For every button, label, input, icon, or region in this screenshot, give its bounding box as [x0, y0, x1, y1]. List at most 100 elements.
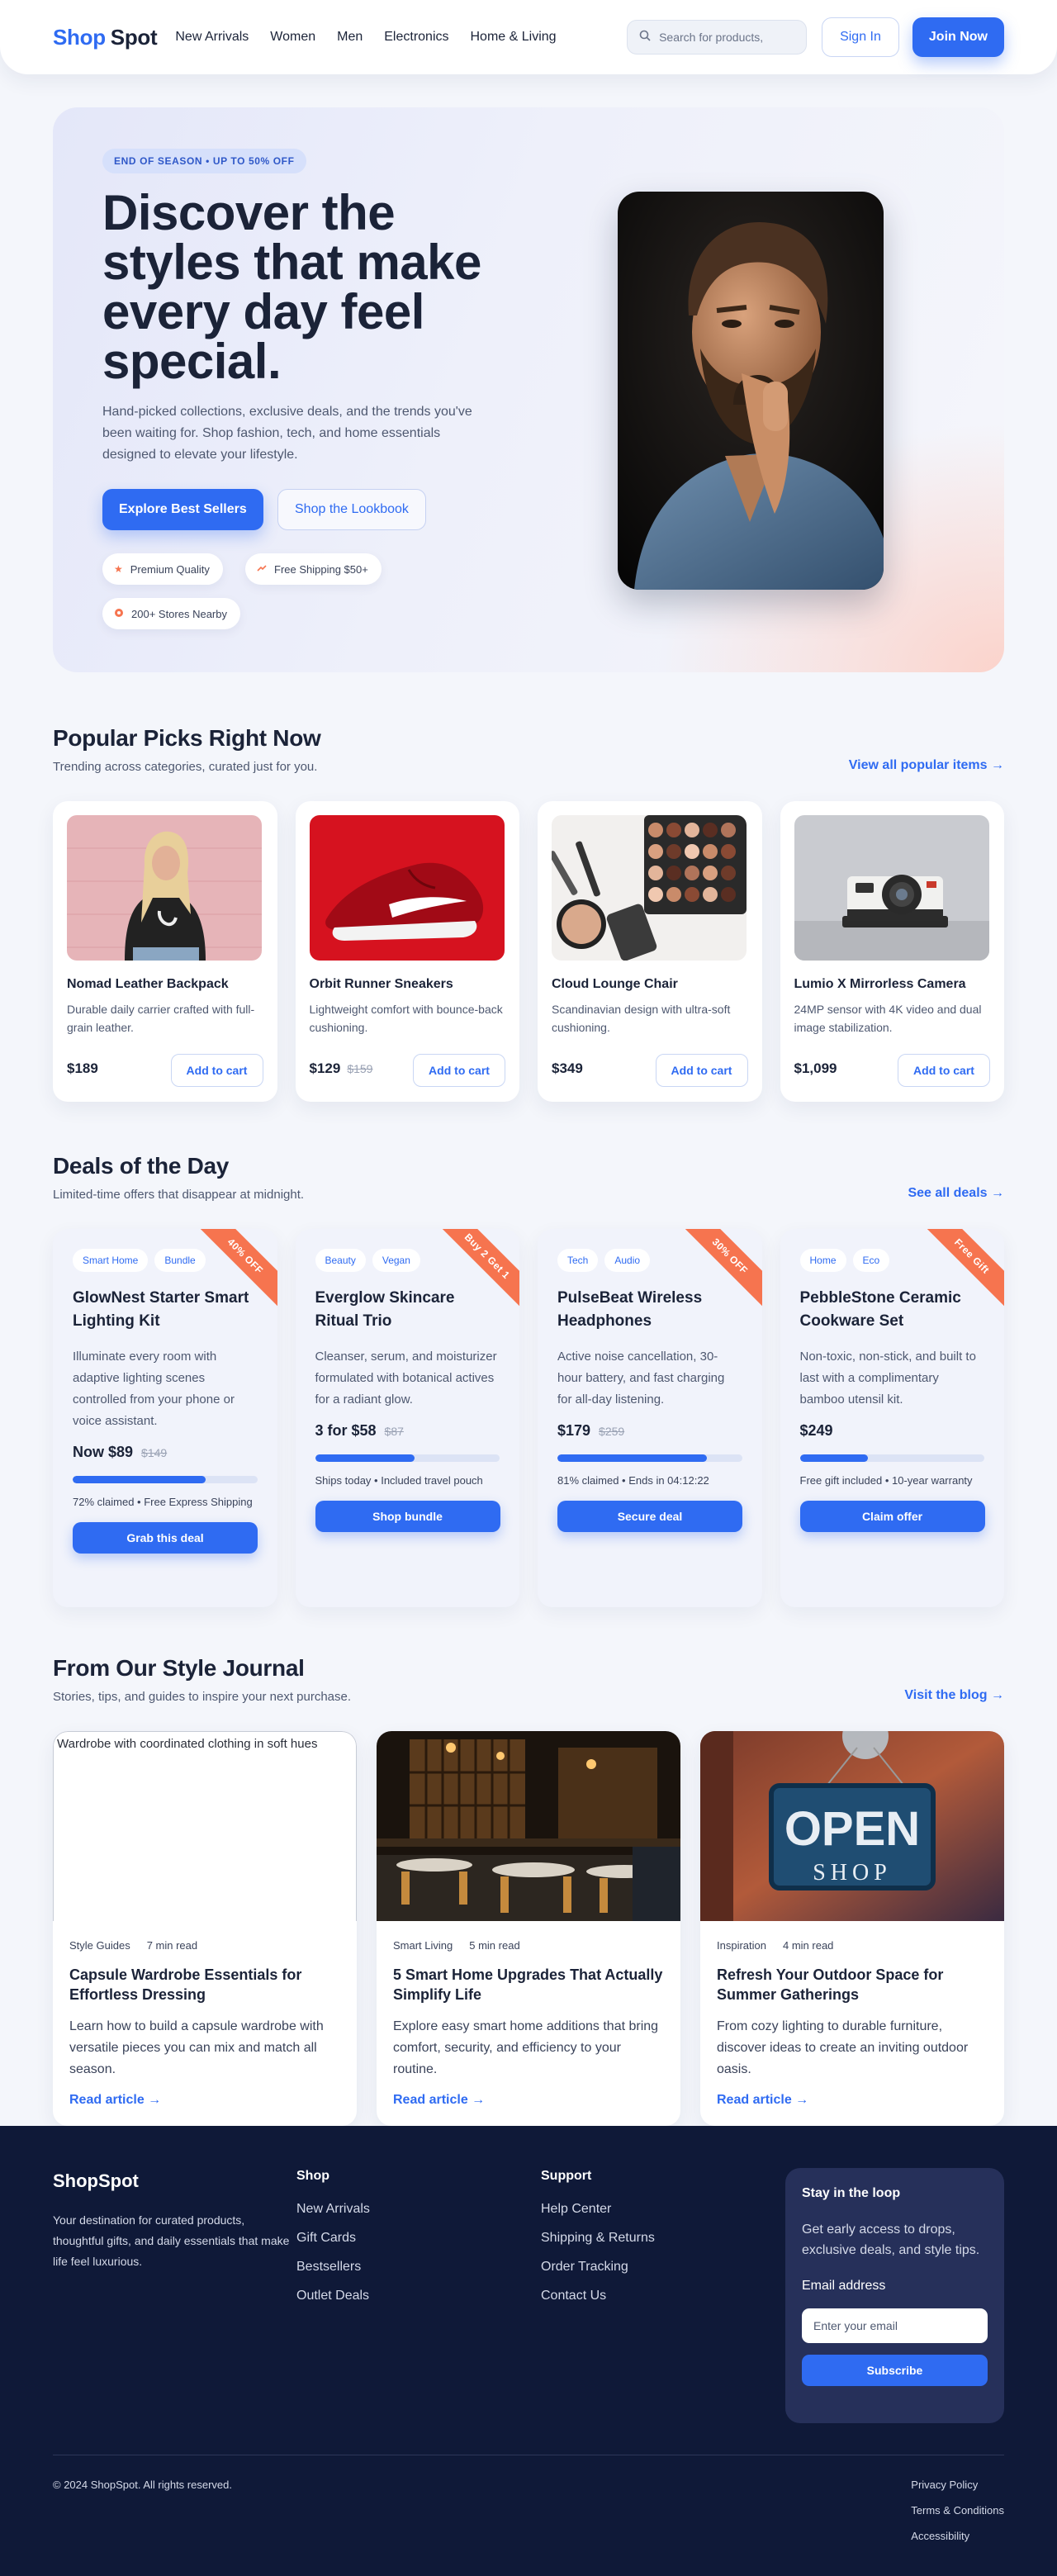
deal-note: 72% claimed • Free Express Shipping [73, 1496, 253, 1508]
deal-tag[interactable]: Home [799, 1249, 846, 1272]
sign-in-button[interactable]: Sign In [822, 17, 899, 57]
explore-best-sellers-button[interactable]: Explore Best Sellers [102, 489, 263, 530]
footer-link[interactable]: Outlet Deals [296, 2289, 370, 2303]
article-image-broken: Wardrobe with coordinated clothing in so… [53, 1731, 357, 1921]
email-field[interactable] [802, 2308, 988, 2343]
star-icon: ★ [114, 563, 123, 575]
deal-tag[interactable]: Bundle [154, 1249, 206, 1272]
search-input[interactable] [659, 31, 784, 44]
accessibility-link[interactable]: Accessibility [911, 2530, 1004, 2542]
deal-title: PulseBeat Wireless Headphones [557, 1289, 703, 1330]
hero-section: END OF SEASON • UP TO 50% OFF Discover t… [53, 107, 1004, 672]
palette-swatch [703, 823, 718, 837]
visit-blog-link[interactable]: Visit the blog → [904, 1688, 1004, 1703]
footer-link[interactable]: New Arrivals [296, 2202, 370, 2217]
add-to-cart-button[interactable]: Add to cart [170, 1054, 263, 1087]
hero-model-photo [618, 192, 884, 590]
palette-swatch [648, 844, 663, 859]
article-title: Refresh Your Outdoor Space for Summer Ga… [717, 1966, 944, 2003]
footer-link[interactable]: Bestsellers [296, 2260, 370, 2275]
join-now-button[interactable]: Join Now [912, 17, 1004, 57]
read-time: 5 min read [469, 1939, 520, 1952]
article-title: Capsule Wardrobe Essentials for Effortle… [69, 1966, 302, 2003]
palette-swatch [721, 866, 736, 880]
product-description: Lightweight comfort with bounce-back cus… [309, 1003, 503, 1034]
footer-link[interactable]: Order Tracking [541, 2260, 655, 2275]
secure-deal-button[interactable]: Secure deal [557, 1501, 742, 1532]
deal-tag[interactable]: Tech [557, 1249, 599, 1272]
deal-card: Free Gift Home Eco PebbleStone Ceramic Co… [780, 1229, 1004, 1607]
add-to-cart-button[interactable]: Add to cart [413, 1054, 505, 1087]
article-card[interactable]: OPEN SHOP Inspiration 4 min read Refresh Y… [700, 1731, 1004, 2126]
product-price: $1,099 [794, 1060, 837, 1076]
footer-link[interactable]: Shipping & Returns [541, 2231, 655, 2246]
deal-card: Buy 2 Get 1 Beauty Vegan Everglow Skincar… [295, 1229, 519, 1607]
read-time: 7 min read [146, 1939, 198, 1952]
site-header: Shop Spot New Arrivals Women Men Electron… [0, 0, 1057, 74]
newsletter-text: Get early access to drops, exclusive dea… [802, 2223, 980, 2257]
nav-men[interactable]: Men [337, 30, 363, 45]
product-card[interactable]: Nomad Leather Backpack Durable daily car… [53, 801, 277, 1102]
product-card[interactable]: Orbit Runner Sneakers Lightweight comfor… [295, 801, 519, 1102]
privacy-policy-link[interactable]: Privacy Policy [911, 2479, 1004, 2491]
deal-price: $249 [799, 1422, 833, 1439]
deal-tag[interactable]: Beauty [315, 1249, 366, 1272]
nav-new-arrivals[interactable]: New Arrivals [175, 30, 249, 45]
palette-swatch [721, 823, 736, 837]
product-description: Durable daily carrier crafted with full-… [67, 1003, 255, 1034]
nav-electronics[interactable]: Electronics [384, 30, 448, 45]
popular-header: Popular Picks Right Now Trending across … [53, 725, 1004, 781]
palette-swatch [666, 823, 681, 837]
footer-column-title: Shop [296, 2169, 329, 2183]
shop-bundle-button[interactable]: Shop bundle [315, 1501, 500, 1532]
section-title: From Our Style Journal [53, 1655, 305, 1681]
section-subtitle: Stories, tips, and guides to inspire you… [53, 1690, 352, 1704]
product-card[interactable]: Cloud Lounge Chair Scandinavian design w… [538, 801, 762, 1102]
hero-title: Discover the styles that make every day … [102, 185, 481, 389]
claimed-progress-bar [799, 1454, 984, 1462]
nav-home-living[interactable]: Home & Living [471, 30, 557, 45]
deals-header: Deals of the Day Limited-time offers tha… [53, 1153, 1004, 1209]
product-name: Nomad Leather Backpack [67, 977, 229, 991]
article-excerpt: From cozy lighting to durable furniture,… [717, 2019, 969, 2076]
article-card[interactable]: Smart Living 5 min read 5 Smart Home Upgr… [377, 1731, 680, 2126]
grab-deal-button[interactable]: Grab this deal [73, 1522, 258, 1554]
nav-women[interactable]: Women [270, 30, 315, 45]
footer-link[interactable]: Contact Us [541, 2289, 655, 2303]
palette-swatch [721, 887, 736, 902]
article-card[interactable]: Wardrobe with coordinated clothing in so… [53, 1731, 357, 2126]
article-title: 5 Smart Home Upgrades That Actually Simp… [393, 1966, 663, 2003]
add-to-cart-button[interactable]: Add to cart [655, 1054, 748, 1087]
copyright: © 2024 ShopSpot. All rights reserved. [53, 2479, 232, 2491]
footer-link[interactable]: Gift Cards [296, 2231, 370, 2246]
read-article-link[interactable]: Read article → [69, 2093, 161, 2108]
logo[interactable]: Shop Spot [53, 25, 158, 50]
deal-tag[interactable]: Eco [852, 1249, 890, 1272]
shop-lookbook-button[interactable]: Shop the Lookbook [277, 489, 426, 530]
deal-tag[interactable]: Vegan [372, 1249, 420, 1272]
deal-tag[interactable]: Audio [604, 1249, 651, 1272]
footer-brand[interactable]: ShopSpot [53, 2170, 139, 2192]
palette-swatch [703, 866, 718, 880]
deal-description: Active noise cancellation, 30-hour batte… [557, 1350, 725, 1407]
see-all-deals-link[interactable]: See all deals → [908, 1186, 1004, 1201]
read-article-link[interactable]: Read article → [717, 2093, 808, 2108]
footer-link[interactable]: Help Center [541, 2202, 655, 2217]
terms-link[interactable]: Terms & Conditions [911, 2504, 1004, 2517]
deal-tag[interactable]: Smart Home [73, 1249, 149, 1272]
trend-icon [257, 563, 267, 576]
subscribe-button[interactable]: Subscribe [802, 2355, 988, 2386]
product-name: Lumio X Mirrorless Camera [794, 977, 966, 991]
claim-offer-button[interactable]: Claim offer [799, 1501, 985, 1532]
palette-swatch [666, 844, 681, 859]
view-all-popular-link[interactable]: View all popular items → [849, 758, 1004, 773]
palette-swatch [648, 866, 663, 880]
read-article-link[interactable]: Read article → [393, 2093, 485, 2108]
deal-title: GlowNest Starter Smart Lighting Kit [73, 1289, 249, 1330]
legal-links: Privacy Policy Terms & Conditions Access… [911, 2479, 1004, 2555]
add-to-cart-button[interactable]: Add to cart [898, 1054, 990, 1087]
product-image-camera [794, 815, 989, 961]
section-title: Deals of the Day [53, 1153, 230, 1179]
palette-swatch [685, 844, 699, 859]
product-card[interactable]: Lumio X Mirrorless Camera 24MP sensor wi… [780, 801, 1004, 1102]
